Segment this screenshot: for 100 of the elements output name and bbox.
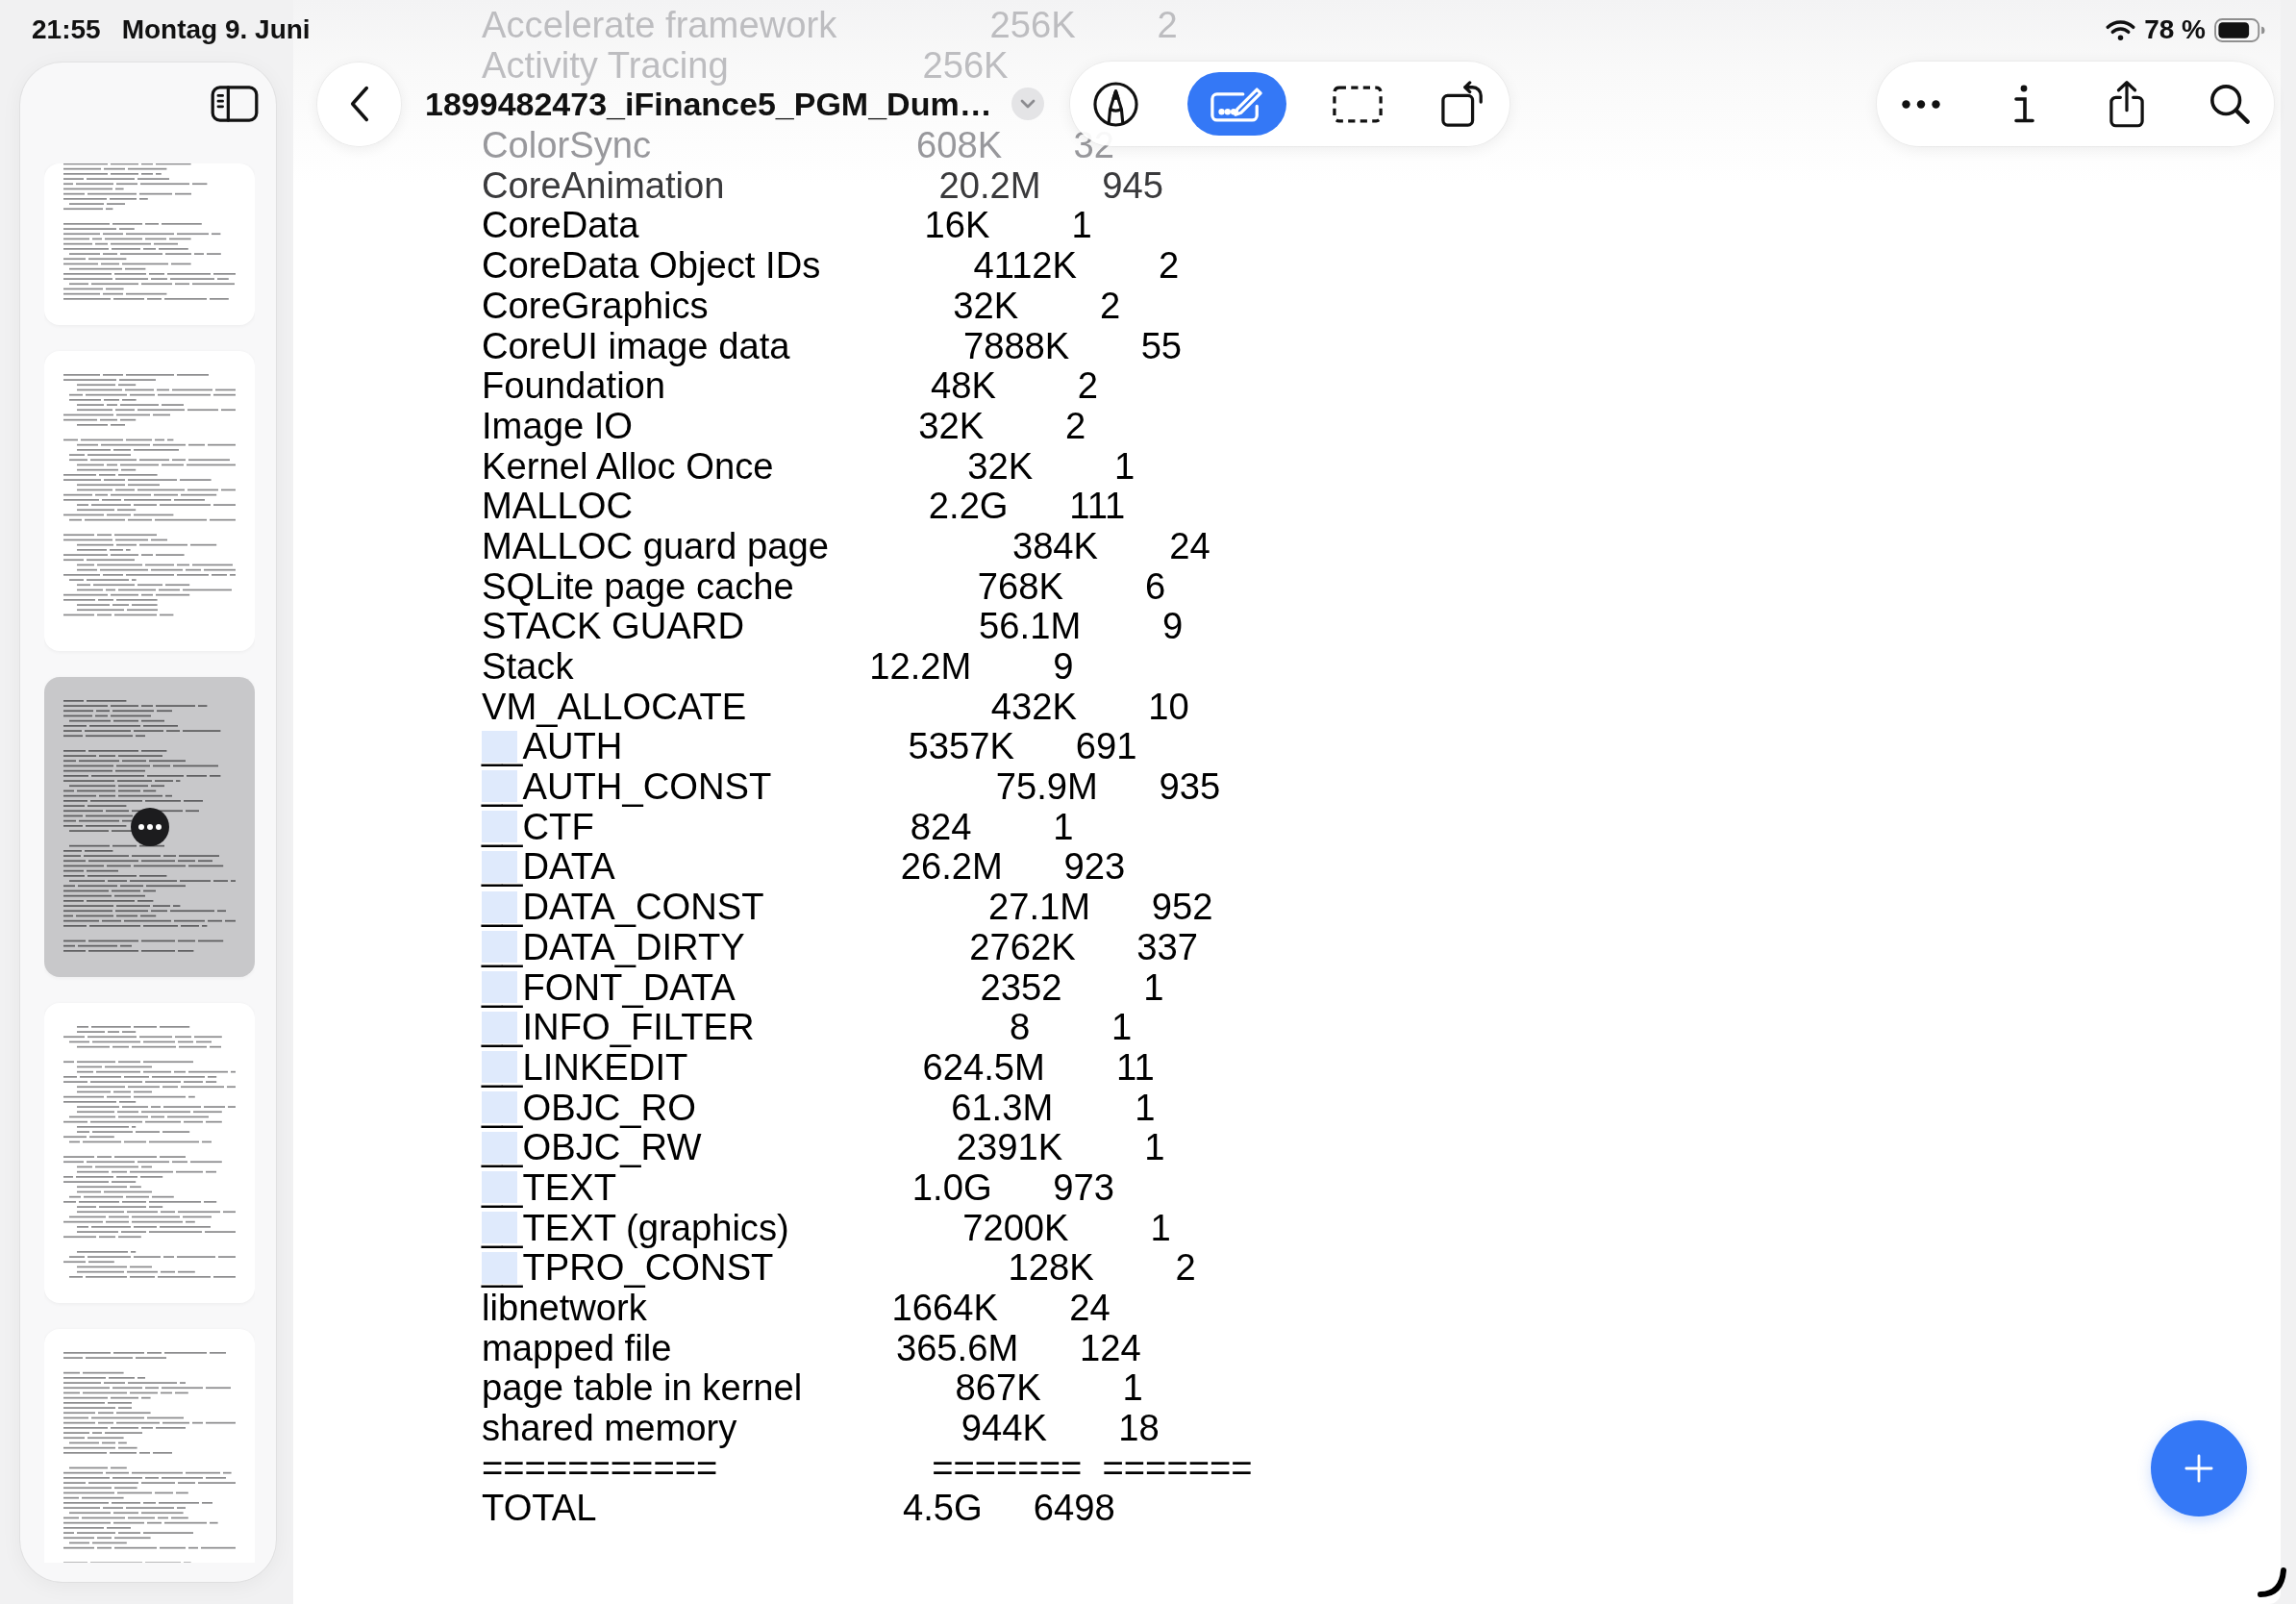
page-thumbnail[interactable] xyxy=(44,1329,255,1563)
count-value: 10 xyxy=(1148,685,1189,727)
count-value: 18 xyxy=(1118,1407,1160,1449)
count-value: 1 xyxy=(1135,1086,1156,1128)
page-thumbnail[interactable] xyxy=(44,677,255,977)
count-value: 1 xyxy=(1144,1126,1165,1168)
row-label: Stack xyxy=(482,645,574,687)
more-options-icon[interactable] xyxy=(130,808,169,846)
size-value: 1664K xyxy=(891,1287,999,1328)
document-title[interactable]: 1899482473_iFinance5_PGM_Dum… xyxy=(425,85,992,123)
count-value: 11 xyxy=(1116,1045,1155,1088)
count-value: 32 xyxy=(1073,124,1114,166)
size-value: 61.3M xyxy=(951,1086,1054,1128)
count-value: 6498 xyxy=(1033,1487,1115,1529)
battery-icon xyxy=(2214,17,2266,42)
row-label: __AUTH_CONST xyxy=(482,765,772,808)
count-value: 1 xyxy=(1143,965,1164,1008)
size-value: 20.2M xyxy=(938,163,1041,206)
count-value: 1 xyxy=(1111,1006,1133,1048)
size-value: 5357K xyxy=(908,725,1014,767)
share-icon xyxy=(2109,80,2144,128)
size-value: 768K xyxy=(977,564,1063,607)
row-label: TOTAL xyxy=(482,1487,597,1529)
size-value: 944K xyxy=(961,1407,1047,1449)
count-value: 2 xyxy=(1100,284,1121,326)
size-value: 32K xyxy=(953,284,1019,326)
pen-tip-icon xyxy=(1093,81,1139,127)
count-value: 1 xyxy=(1122,1366,1143,1409)
page-thumbnail[interactable] xyxy=(44,163,255,325)
row-label: ColorSync xyxy=(482,124,652,166)
row-label: mapped file xyxy=(482,1326,672,1368)
row-label: __DATA_CONST xyxy=(482,886,764,928)
count-value: 2 xyxy=(1157,4,1178,45)
count-value: 2 xyxy=(1158,244,1180,287)
count-value: 24 xyxy=(1069,1287,1111,1328)
chevron-down-icon[interactable] xyxy=(1011,88,1044,120)
size-value: 256K xyxy=(989,4,1076,45)
row-label: Accelerate framework xyxy=(482,4,837,45)
size-value: 16K xyxy=(924,204,990,246)
size-value: 26.2M xyxy=(900,845,1003,888)
size-value: 624.5M xyxy=(922,1045,1045,1088)
page-thumbnail[interactable] xyxy=(44,351,255,651)
count-value: 952 xyxy=(1151,886,1213,928)
row-label: MALLOC guard page xyxy=(482,524,829,566)
size-value: 1.0G xyxy=(911,1165,992,1208)
size-value: 2762K xyxy=(969,925,1076,967)
row-label: Foundation xyxy=(482,364,666,407)
count-value: 935 xyxy=(1159,765,1221,808)
row-label: Image IO xyxy=(482,404,634,446)
size-value: 432K xyxy=(990,685,1078,727)
count-value: 9 xyxy=(1053,645,1074,687)
count-value: 1 xyxy=(1150,1206,1171,1248)
count-value: 2 xyxy=(1175,1246,1196,1289)
clock-time: 21:55 xyxy=(32,13,101,46)
sidebar-icon xyxy=(211,86,259,122)
row-label: MALLOC xyxy=(482,485,634,527)
page-thumbnail[interactable] xyxy=(44,1003,255,1303)
count-value: 24 xyxy=(1169,524,1210,566)
size-value: 2352 xyxy=(980,965,1062,1008)
count-value: 6 xyxy=(1144,564,1166,607)
row-label: libnetwork xyxy=(482,1287,647,1328)
size-value: 256K xyxy=(922,43,1009,86)
row-label: shared memory xyxy=(482,1407,737,1449)
count-value: 945 xyxy=(1102,163,1163,206)
size-value: 867K xyxy=(955,1366,1041,1409)
wifi-icon xyxy=(2106,18,2136,41)
count-value: 111 xyxy=(1069,485,1126,527)
count-value: 337 xyxy=(1136,925,1199,967)
size-value: 4.5G xyxy=(902,1487,983,1529)
chevron-left-icon xyxy=(348,85,370,123)
plus-icon xyxy=(2184,1454,2213,1483)
count-value: 124 xyxy=(1079,1326,1141,1368)
size-value: ======= xyxy=(932,1446,1083,1489)
row-label: CoreData xyxy=(482,204,639,246)
row-label: CoreData Object IDs xyxy=(482,244,821,287)
count-value: 973 xyxy=(1053,1165,1114,1208)
row-label: Activity Tracing xyxy=(482,43,729,86)
size-value: 48K xyxy=(931,364,996,407)
count-value: 1 xyxy=(1071,204,1092,246)
size-value: 2391K xyxy=(956,1126,1063,1168)
search-icon xyxy=(2209,84,2250,124)
ellipsis-icon xyxy=(1902,99,1940,109)
resize-corner-icon[interactable] xyxy=(2258,1567,2286,1598)
count-value: 55 xyxy=(1140,324,1183,366)
size-value: 32K xyxy=(967,444,1034,487)
size-value: 12.2M xyxy=(869,645,972,687)
count-value: 1 xyxy=(1053,805,1074,847)
date-text: Montag 9. Juni xyxy=(121,13,311,46)
rotate-icon xyxy=(1440,81,1485,127)
size-value: 824 xyxy=(910,805,972,847)
count-value: ======= xyxy=(1102,1446,1253,1489)
row-label: VM_ALLOCATE xyxy=(482,685,747,727)
size-value: 365.6M xyxy=(895,1326,1019,1368)
info-icon xyxy=(2013,85,2034,123)
size-value: 7888K xyxy=(962,324,1070,366)
keyboard-pen-icon xyxy=(1210,85,1264,123)
size-value: 32K xyxy=(918,404,985,446)
size-value: 128K xyxy=(1008,1246,1094,1289)
count-value: 691 xyxy=(1075,725,1137,767)
size-value: 56.1M xyxy=(979,605,1082,647)
